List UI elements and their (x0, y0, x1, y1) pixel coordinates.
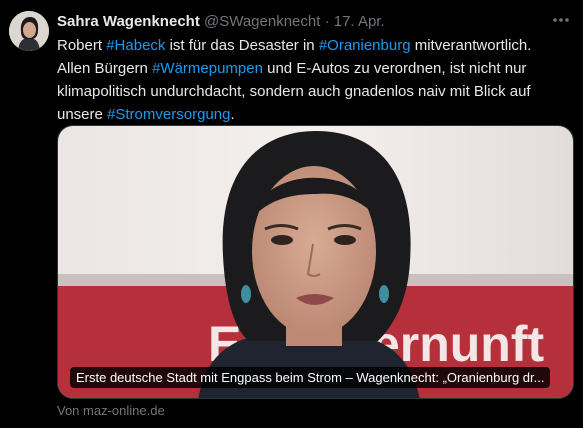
author-handle[interactable]: @SWagenknecht (204, 13, 320, 30)
link-card-caption[interactable]: Erste deutsche Stadt mit Engpass beim St… (70, 367, 551, 388)
more-options-icon[interactable] (548, 10, 574, 32)
text-segment: ist für das Desaster in (165, 37, 319, 54)
avatar[interactable] (9, 11, 49, 51)
hashtag-oranienburg[interactable]: #Oranienburg (319, 37, 411, 54)
hashtag-habeck[interactable]: #Habeck (106, 37, 165, 54)
link-card[interactable]: Eigenvernunft Erste deutsche Stadt mit E… (57, 125, 574, 399)
text-segment: . (230, 106, 235, 123)
link-source[interactable]: Von maz-online.de (57, 403, 165, 419)
tweet-header: Sahra Wagenknecht @SWagenknecht · 17. Ap… (57, 12, 385, 32)
link-card-image: Eigenvernunft (58, 126, 573, 398)
hashtag-waermepumpen[interactable]: #Wärmepumpen (152, 60, 263, 77)
tweet[interactable]: Sahra Wagenknecht @SWagenknecht · 17. Ap… (0, 0, 583, 428)
author-name[interactable]: Sahra Wagenknecht (57, 13, 200, 30)
text-segment: Robert (57, 37, 107, 54)
tweet-date[interactable]: 17. Apr. (334, 13, 385, 30)
separator-dot: · (324, 13, 330, 30)
hashtag-stromversorgung[interactable]: #Stromversorgung (107, 106, 230, 123)
tweet-text: Robert #Habeck ist für das Desaster in #… (57, 34, 567, 126)
